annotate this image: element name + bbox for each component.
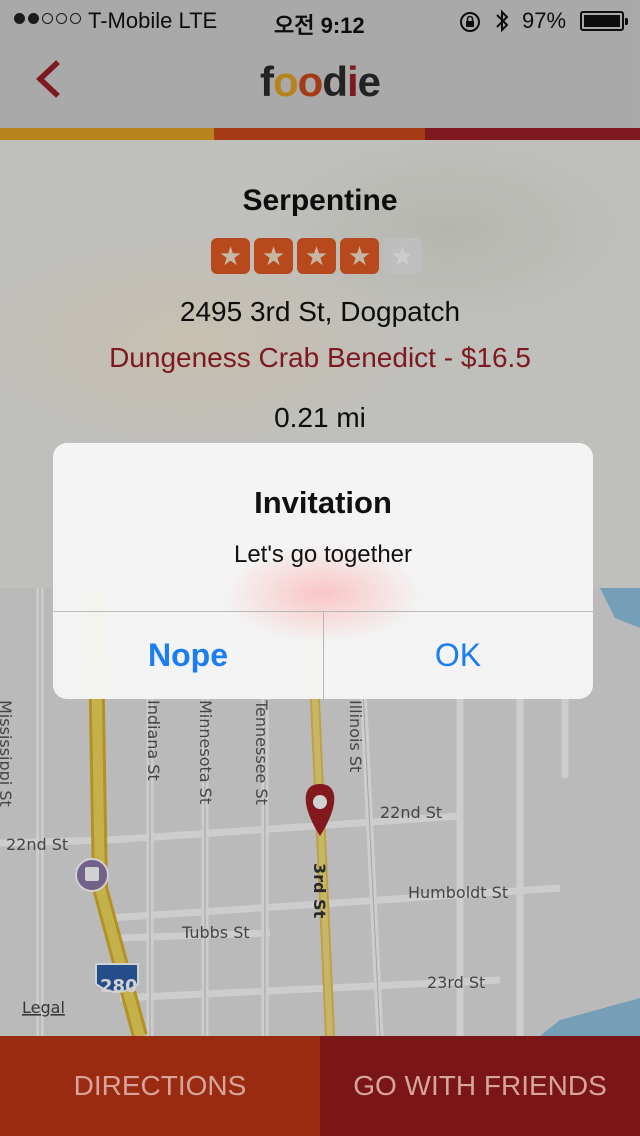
alert-title: Invitation bbox=[254, 485, 392, 520]
alert-message: Let's go together bbox=[233, 541, 413, 568]
invitation-alert: Invitation Let's go together Nope OK bbox=[53, 443, 593, 699]
ok-button[interactable]: OK bbox=[323, 612, 593, 699]
bottom-action-bar: DIRECTIONS GO WITH FRIENDS bbox=[0, 1036, 640, 1136]
go-with-friends-button[interactable]: GO WITH FRIENDS bbox=[320, 1036, 640, 1136]
nope-button[interactable]: Nope bbox=[53, 612, 324, 699]
directions-button[interactable]: DIRECTIONS bbox=[0, 1036, 320, 1136]
